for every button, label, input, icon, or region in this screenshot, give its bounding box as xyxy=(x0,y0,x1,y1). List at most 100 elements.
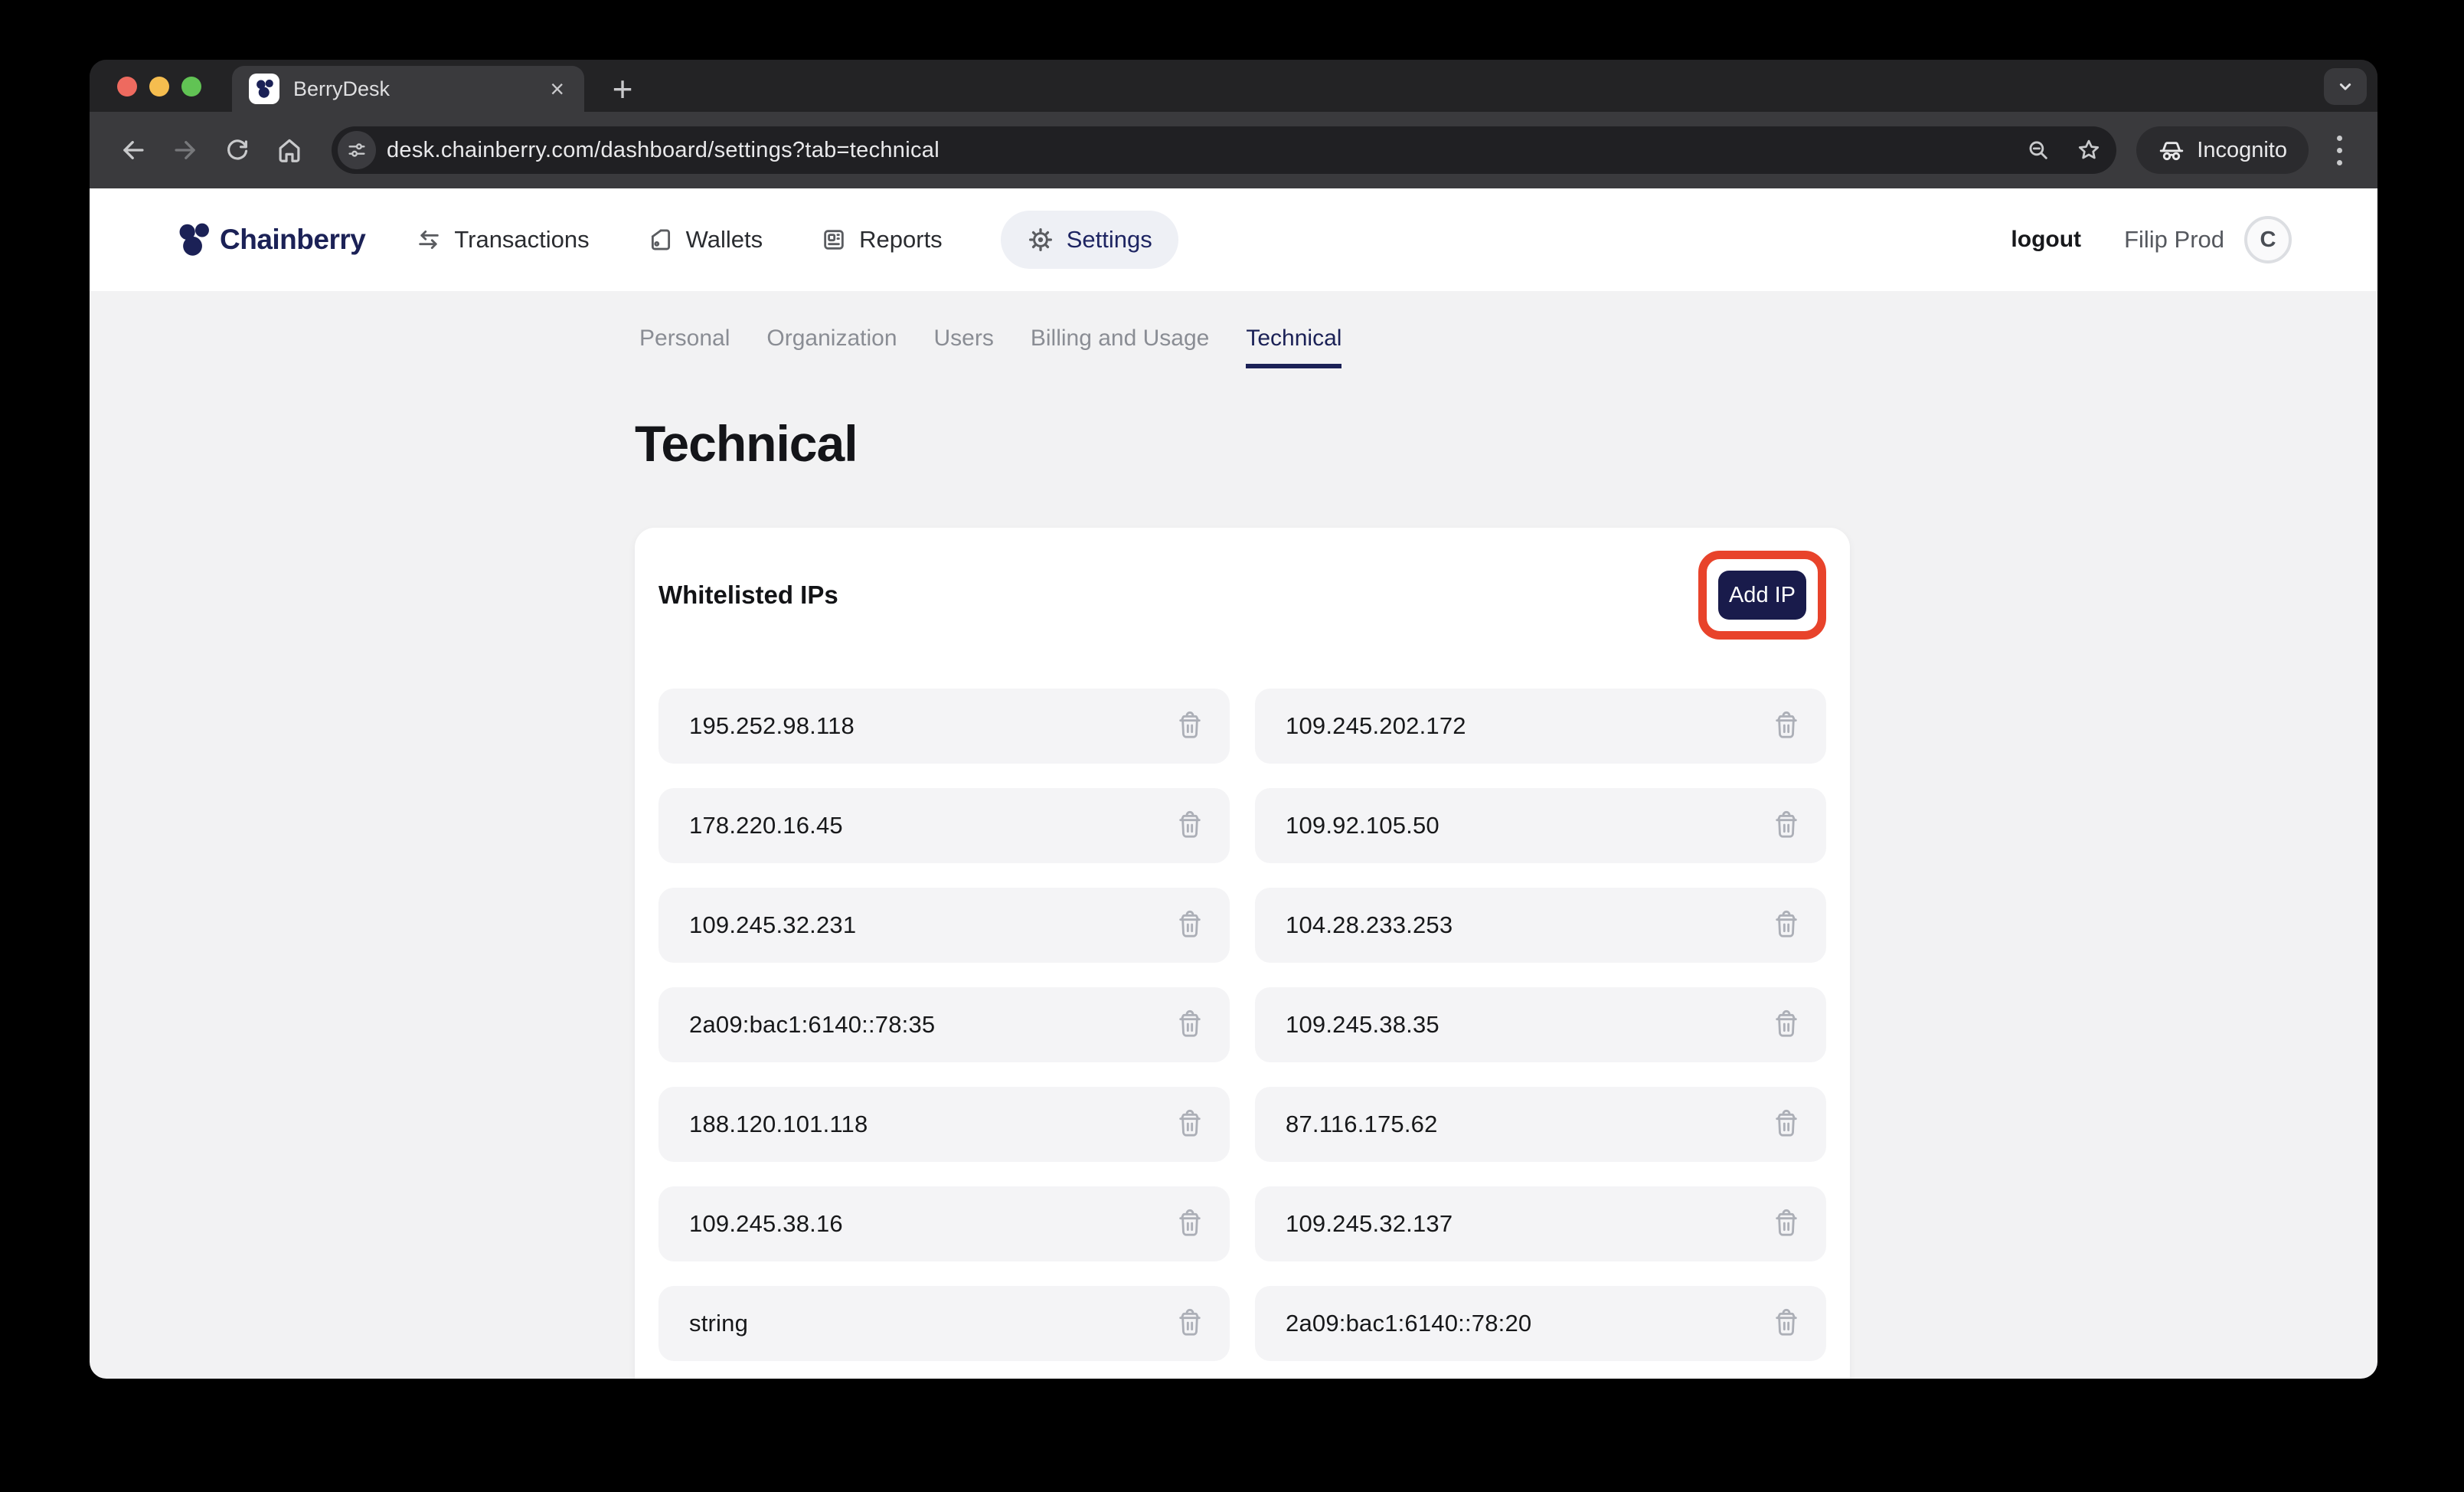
delete-ip-button[interactable] xyxy=(1771,1209,1802,1239)
forward-icon xyxy=(171,136,200,165)
ip-value: 109.245.38.16 xyxy=(689,1210,843,1238)
minimize-window-button[interactable] xyxy=(149,77,169,97)
tab-overview-button[interactable] xyxy=(2324,68,2367,105)
ip-value: 188.120.101.118 xyxy=(689,1111,868,1138)
highlight-annotation: Add IP xyxy=(1698,551,1826,640)
ip-row: 195.252.98.118 xyxy=(658,689,1230,764)
tab-personal[interactable]: Personal xyxy=(639,326,730,368)
tab-close-icon[interactable]: × xyxy=(547,77,567,101)
nav-item-reports[interactable]: Reports xyxy=(821,226,943,254)
maximize-window-button[interactable] xyxy=(181,77,201,97)
bookmark-button[interactable] xyxy=(2069,130,2109,170)
nav-item-settings[interactable]: Settings xyxy=(1001,211,1178,269)
logout-button[interactable]: logout xyxy=(2011,227,2081,253)
berry-icon xyxy=(175,222,211,257)
ip-value: string xyxy=(689,1310,748,1337)
delete-ip-button[interactable] xyxy=(1175,711,1205,741)
transactions-icon xyxy=(416,227,442,253)
delete-ip-button[interactable] xyxy=(1771,810,1802,841)
trash-icon xyxy=(1771,1209,1802,1239)
browser-window: BerryDesk × + xyxy=(90,60,2377,1379)
main-nav: Transactions Wallets Reports xyxy=(416,211,1178,269)
trash-icon xyxy=(1175,1308,1205,1339)
new-tab-button[interactable]: + xyxy=(601,67,644,110)
trash-icon xyxy=(1771,910,1802,941)
delete-ip-button[interactable] xyxy=(1175,1209,1205,1239)
traffic-lights xyxy=(117,77,201,97)
delete-ip-button[interactable] xyxy=(1771,910,1802,941)
ip-value: 109.245.202.172 xyxy=(1286,712,1466,740)
trash-icon xyxy=(1175,1009,1205,1040)
trash-icon xyxy=(1175,910,1205,941)
incognito-badge: Incognito xyxy=(2136,126,2309,174)
delete-ip-button[interactable] xyxy=(1175,1109,1205,1140)
tab-technical[interactable]: Technical xyxy=(1246,326,1341,368)
page-title: Technical xyxy=(635,414,1850,473)
ip-value: 2a09:bac1:6140::78:35 xyxy=(689,1011,935,1039)
ip-value: 109.245.32.137 xyxy=(1286,1210,1453,1238)
trash-icon xyxy=(1175,810,1205,841)
screenshot-stage: BerryDesk × + xyxy=(0,0,2464,1492)
ip-row: 109.245.202.172 xyxy=(1255,689,1826,764)
ip-row: 87.116.175.62 xyxy=(1255,1087,1826,1162)
wallet-icon xyxy=(648,227,674,253)
trash-icon xyxy=(1175,1209,1205,1239)
browser-menu-button[interactable] xyxy=(2322,128,2356,172)
brand-logo[interactable]: Chainberry xyxy=(175,222,365,257)
ip-grid: 195.252.98.118 109.245.202.172 178.220.1… xyxy=(658,689,1826,1361)
delete-ip-button[interactable] xyxy=(1771,1109,1802,1140)
back-button[interactable] xyxy=(111,128,155,172)
card-title: Whitelisted IPs xyxy=(658,581,838,610)
reload-icon xyxy=(224,136,251,164)
berrydesk-favicon xyxy=(249,74,279,104)
back-icon xyxy=(119,136,148,165)
ip-value: 2a09:bac1:6140::78:20 xyxy=(1286,1310,1531,1337)
reload-button[interactable] xyxy=(215,128,260,172)
delete-ip-button[interactable] xyxy=(1771,1009,1802,1040)
add-ip-button[interactable]: Add IP xyxy=(1718,571,1806,620)
ip-row: 2a09:bac1:6140::78:35 xyxy=(658,987,1230,1062)
chevron-down-icon xyxy=(2334,75,2357,98)
delete-ip-button[interactable] xyxy=(1771,1308,1802,1339)
ip-row: 109.245.38.35 xyxy=(1255,987,1826,1062)
close-window-button[interactable] xyxy=(117,77,137,97)
home-button[interactable] xyxy=(267,128,312,172)
star-icon xyxy=(2076,137,2102,163)
ip-row: 109.245.32.137 xyxy=(1255,1186,1826,1261)
ip-value: 87.116.175.62 xyxy=(1286,1111,1438,1138)
ip-row: 109.245.32.231 xyxy=(658,888,1230,963)
nav-label: Wallets xyxy=(686,226,763,254)
nav-item-transactions[interactable]: Transactions xyxy=(416,226,589,254)
tab-billing-and-usage[interactable]: Billing and Usage xyxy=(1031,326,1209,368)
tune-icon xyxy=(346,139,368,161)
browser-tab[interactable]: BerryDesk × xyxy=(232,66,584,112)
trash-icon xyxy=(1771,810,1802,841)
tab-organization[interactable]: Organization xyxy=(766,326,897,368)
trash-icon xyxy=(1175,1109,1205,1140)
ip-value: 109.245.32.231 xyxy=(689,911,856,939)
reports-icon xyxy=(821,227,847,253)
ip-value: 104.28.233.253 xyxy=(1286,911,1453,939)
url-text: desk.chainberry.com/dashboard/settings?t… xyxy=(387,138,2008,163)
nav-label: Settings xyxy=(1067,226,1152,254)
ip-value: 195.252.98.118 xyxy=(689,712,855,740)
url-bar[interactable]: desk.chainberry.com/dashboard/settings?t… xyxy=(332,126,2116,174)
settings-tabs: Personal Organization Users Billing and … xyxy=(635,326,1850,368)
delete-ip-button[interactable] xyxy=(1175,1308,1205,1339)
ip-value: 109.245.38.35 xyxy=(1286,1011,1440,1039)
avatar[interactable]: C xyxy=(2244,216,2292,263)
delete-ip-button[interactable] xyxy=(1175,910,1205,941)
delete-ip-button[interactable] xyxy=(1175,1009,1205,1040)
zoom-button[interactable] xyxy=(2018,130,2058,170)
delete-ip-button[interactable] xyxy=(1771,711,1802,741)
gear-icon xyxy=(1027,226,1054,254)
site-settings-button[interactable] xyxy=(338,131,376,169)
tab-users[interactable]: Users xyxy=(934,326,994,368)
ip-row: 109.92.105.50 xyxy=(1255,788,1826,863)
trash-icon xyxy=(1771,1109,1802,1140)
tab-title: BerryDesk xyxy=(293,77,547,101)
nav-item-wallets[interactable]: Wallets xyxy=(648,226,763,254)
delete-ip-button[interactable] xyxy=(1175,810,1205,841)
browser-tab-strip: BerryDesk × + xyxy=(90,60,2377,112)
forward-button[interactable] xyxy=(163,128,208,172)
